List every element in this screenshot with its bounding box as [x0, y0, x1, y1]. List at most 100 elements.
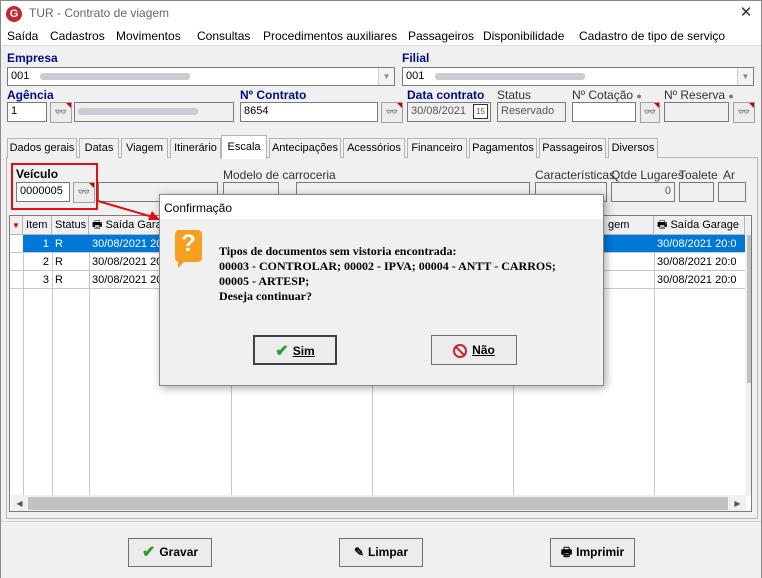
grid-header-item[interactable]: Item	[23, 216, 52, 235]
info-icon: ●	[636, 91, 642, 101]
menu-procedimentos[interactable]: Procedimentos auxiliares	[263, 29, 397, 43]
agencia-label: Agência	[7, 88, 54, 102]
limpar-button[interactable]: ✎ Limpar	[339, 538, 423, 567]
grid-sort-indicator: ▼	[10, 216, 23, 235]
veiculo-label: Veículo	[16, 167, 59, 181]
search-binoculars-icon[interactable]: 👓	[640, 102, 660, 123]
tab-antecipacoes[interactable]: Antecipações	[269, 138, 341, 158]
filial-label: Filial	[402, 51, 430, 65]
grid-header-status[interactable]: Status	[52, 216, 89, 235]
toalete-label: Toalete	[679, 168, 718, 182]
scroll-down-icon[interactable]: ▼	[745, 479, 751, 496]
app-logo-icon: G	[6, 6, 22, 22]
menu-disponibilidade[interactable]: Disponibilidade	[483, 29, 564, 43]
qtde-lugares-label: Qtde Lugares	[611, 168, 684, 182]
menu-bar: Saída Cadastros Movimentos Consultas Pro…	[1, 26, 761, 46]
horizontal-scrollbar[interactable]: ◀ ▶	[11, 495, 746, 511]
ar-field	[718, 182, 746, 202]
confirmation-dialog: Confirmação ? Tipos de documentos sem vi…	[159, 194, 604, 386]
imprimir-label: Imprimir	[576, 545, 625, 559]
agencia-field[interactable]: 1	[7, 102, 47, 122]
annotation-arrow-icon	[97, 200, 160, 220]
scroll-right-icon[interactable]: ▶	[729, 495, 746, 511]
menu-passageiros[interactable]: Passageiros	[408, 29, 474, 43]
tab-datas[interactable]: Datas	[79, 138, 119, 158]
grid-cell-saida2: 30/08/2021 20:0	[657, 274, 737, 286]
scroll-thumb[interactable]	[28, 497, 728, 510]
scroll-thumb[interactable]	[747, 235, 751, 383]
printer-icon: 🖶	[560, 545, 573, 559]
redacted-text	[435, 72, 586, 80]
contrato-field[interactable]: 8654	[240, 102, 378, 122]
filial-select[interactable]: 001 ▼	[402, 67, 754, 86]
menu-cadastros[interactable]: Cadastros	[50, 29, 105, 43]
grid-cell-item: 3	[42, 274, 49, 286]
scroll-left-icon[interactable]: ◀	[11, 495, 28, 511]
close-icon[interactable]: ✕	[735, 3, 757, 23]
bottom-toolbar: ✔ Gravar ✎ Limpar 🖶 Imprimir	[1, 521, 761, 578]
yes-button[interactable]: ✔ Sim	[253, 335, 337, 365]
grid-cell-item: 2	[42, 256, 49, 268]
grid-header-saida2[interactable]: 🖶 Saída Garage	[654, 216, 745, 235]
tab-diversos[interactable]: Diversos	[608, 138, 658, 158]
qtde-lugares-field: 0	[611, 182, 675, 202]
caracteristicas-label: Características	[535, 168, 616, 182]
grid-cell-status: R	[55, 274, 63, 286]
menu-movimentos[interactable]: Movimentos	[116, 29, 181, 43]
status-field: Reservado	[497, 102, 566, 122]
search-binoculars-icon[interactable]: 👓	[733, 102, 755, 123]
chevron-down-icon[interactable]: ▼	[378, 68, 394, 85]
chevron-down-icon[interactable]: ▼	[737, 68, 753, 85]
main-window: G TUR - Contrato de viagem ✕ Saída Cadas…	[0, 0, 762, 578]
gravar-button[interactable]: ✔ Gravar	[128, 538, 212, 567]
tab-acessorios[interactable]: Acessórios	[343, 138, 405, 158]
check-icon: ✔	[141, 544, 156, 562]
empresa-select[interactable]: 001 ▼	[7, 67, 395, 86]
imprimir-button[interactable]: 🖶 Imprimir	[550, 538, 635, 567]
tab-escala[interactable]: Escala	[221, 135, 267, 159]
data-contrato-field[interactable]: 30/08/2021 15	[407, 102, 491, 122]
reserva-field	[664, 102, 729, 122]
reserva-label-text: Nº Reserva	[664, 88, 726, 102]
search-binoculars-icon[interactable]: 👓	[73, 182, 95, 203]
dialog-title: Confirmação	[160, 195, 603, 219]
vertical-scrollbar[interactable]: ▲ ▼	[745, 217, 751, 496]
tab-pagamentos[interactable]: Pagamentos	[469, 138, 537, 158]
data-contrato-value: 30/08/2021	[411, 105, 467, 117]
grid-header-saida2-text: Saída Garage	[670, 219, 739, 231]
tab-viagem[interactable]: Viagem	[121, 138, 168, 158]
limpar-label: Limpar	[368, 545, 409, 559]
no-label: Não	[472, 343, 495, 357]
veiculo-field[interactable]: 0000005	[16, 182, 70, 202]
scroll-up-icon[interactable]: ▲	[745, 217, 751, 234]
triangle-down-icon: ▼	[12, 221, 20, 230]
menu-saida[interactable]: Saída	[7, 29, 38, 43]
menu-consultas[interactable]: Consultas	[197, 29, 250, 43]
cotacao-field[interactable]	[572, 102, 636, 122]
search-binoculars-icon[interactable]: 👓	[50, 102, 72, 123]
no-button[interactable]: Não	[431, 335, 517, 365]
tab-passageiros[interactable]: Passageiros	[539, 138, 606, 158]
tab-itinerario[interactable]: Itinerário	[170, 138, 221, 158]
calendar-icon[interactable]: 15	[473, 104, 488, 119]
check-icon: ✔	[275, 342, 289, 360]
empresa-value: 001	[11, 70, 30, 82]
tab-dados-gerais[interactable]: Dados gerais	[7, 138, 77, 158]
search-binoculars-icon[interactable]: 👓	[381, 102, 403, 123]
printer-icon: 🖶	[657, 219, 668, 231]
redacted-text	[78, 107, 198, 115]
menu-cadastro-tipo-servico[interactable]: Cadastro de tipo de serviço	[579, 29, 725, 43]
question-icon: ?	[175, 230, 202, 268]
dialog-message: Tipos de documentos sem vistoria encontr…	[219, 244, 556, 303]
ar-label: Ar	[723, 168, 735, 182]
tab-financeiro[interactable]: Financeiro	[407, 138, 467, 158]
window-title: TUR - Contrato de viagem	[29, 6, 170, 20]
toalete-field	[679, 182, 714, 202]
agencia-name-field	[74, 102, 234, 122]
cotacao-label-text: Nº Cotação	[572, 88, 634, 102]
prohibited-icon	[453, 343, 468, 358]
reserva-label: Nº Reserva ●	[664, 88, 734, 102]
gravar-label: Gravar	[159, 545, 199, 559]
modelo-carroceria-label: Modelo de carroceria	[223, 168, 336, 182]
arrow-line	[97, 200, 157, 219]
